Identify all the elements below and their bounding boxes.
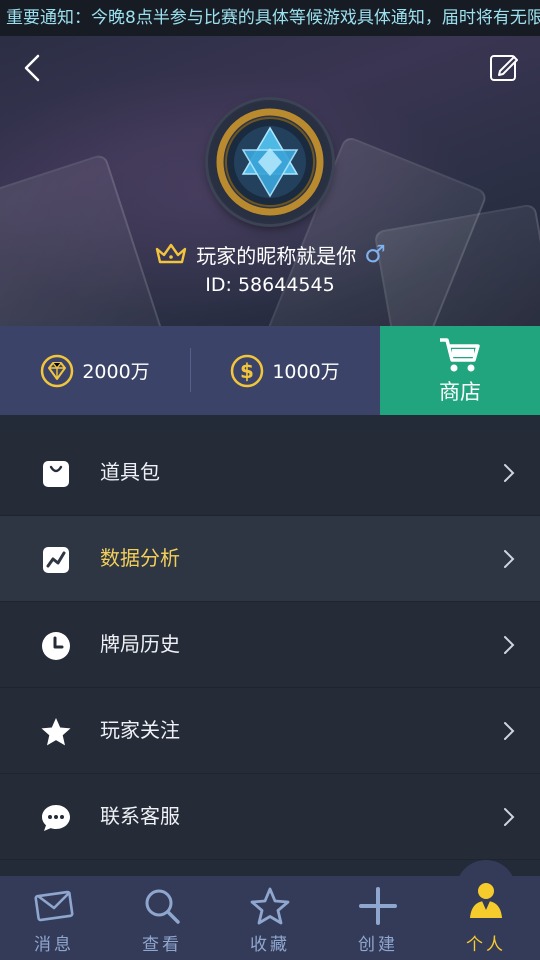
diamond-balance: 2000万	[0, 326, 190, 415]
bag-icon	[43, 461, 69, 487]
shopping-cart-icon	[440, 337, 480, 371]
plus-icon	[359, 887, 397, 925]
menu-item-item-bag[interactable]: 道具包	[0, 430, 540, 516]
tab-profile[interactable]: 个人	[432, 876, 540, 960]
nickname: 玩家的昵称就是你	[196, 243, 357, 268]
notice-text: 重要通知：今晚8点半参与比赛的具体等候游戏具体通知，届时将有无限	[6, 8, 540, 28]
menu-item-customer-service[interactable]: 联系客服	[0, 774, 540, 860]
clock-icon	[42, 632, 70, 660]
chart-icon	[43, 547, 69, 573]
tab-label: 创建	[358, 935, 398, 955]
chevron-left-icon	[24, 54, 40, 82]
stats-divider	[190, 348, 191, 392]
notice-ticker: 重要通知：今晚8点半参与比赛的具体等候游戏具体通知，届时将有无限	[0, 0, 540, 36]
diamond-amount: 2000万	[82, 361, 150, 383]
tab-label: 个人	[466, 935, 506, 955]
avatar[interactable]	[208, 100, 332, 224]
shop-label: 商店	[439, 379, 481, 404]
edit-icon	[490, 55, 518, 81]
player-id: ID: 58644545	[205, 274, 335, 296]
chevron-right-icon	[504, 550, 515, 568]
chevron-right-icon	[504, 722, 515, 740]
tab-messages[interactable]: 消息	[0, 876, 108, 960]
star-icon	[41, 718, 71, 746]
chevron-right-icon	[504, 464, 515, 482]
menu-item-label: 牌局历史	[100, 632, 180, 656]
person-icon	[470, 883, 502, 918]
menu-item-label: 玩家关注	[100, 718, 180, 742]
coin-amount: 1000万	[272, 361, 340, 383]
menu-item-label: 数据分析	[100, 546, 180, 570]
menu-item-label: 道具包	[100, 460, 160, 484]
nickname-row: 玩家的昵称就是你 ♂	[0, 236, 540, 272]
profile-header: 玩家的昵称就是你 ♂ ID: 58644545	[0, 36, 540, 326]
chevron-right-icon	[504, 636, 515, 654]
tab-label: 收藏	[250, 935, 290, 955]
shop-button[interactable]: 商店	[380, 326, 540, 415]
back-button[interactable]	[14, 48, 54, 88]
bottom-tab-bar: 消息 查看 收藏 创建 个人	[0, 876, 540, 960]
tab-label: 消息	[34, 935, 74, 955]
chevron-right-icon	[504, 808, 515, 826]
tab-label: 查看	[142, 935, 182, 955]
menu-item-followed-players[interactable]: 玩家关注	[0, 688, 540, 774]
svg-text:$: $	[240, 359, 254, 383]
tab-view[interactable]: 查看	[108, 876, 216, 960]
tab-favorites[interactable]: 收藏	[216, 876, 324, 960]
chat-icon	[42, 805, 70, 831]
edit-profile-button[interactable]	[484, 48, 524, 88]
crown-icon	[156, 243, 187, 264]
search-icon	[145, 889, 180, 924]
menu-item-label: 联系客服	[100, 804, 180, 828]
diamond-icon	[41, 354, 74, 387]
tab-create[interactable]: 创建	[324, 876, 432, 960]
gender-male-icon: ♂	[364, 240, 386, 268]
hexagram-emblem-icon	[216, 108, 324, 216]
dollar-coin-icon: $	[231, 354, 264, 387]
menu-item-game-history[interactable]: 牌局历史	[0, 602, 540, 688]
profile-menu: 道具包 数据分析 牌局历史 玩家关注 联系客服	[0, 430, 540, 860]
menu-item-data-analysis[interactable]: 数据分析	[0, 516, 540, 602]
coin-balance: $ 1000万	[190, 326, 380, 415]
mail-icon	[34, 890, 74, 922]
star-icon	[250, 887, 290, 925]
